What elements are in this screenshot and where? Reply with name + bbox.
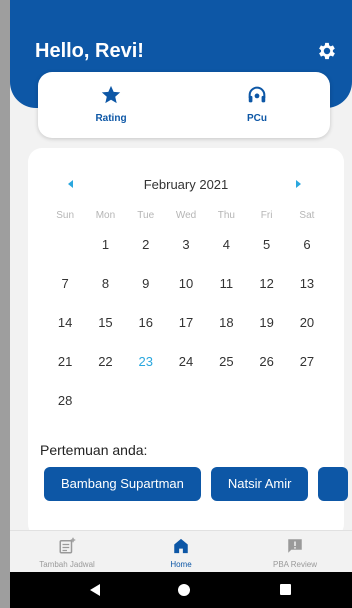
day-cell[interactable]: 26 [246,347,286,386]
day-cell[interactable]: 5 [246,230,286,269]
headset-icon [248,86,266,103]
quick-actions-card: Rating PCu [38,72,330,138]
day-cell[interactable]: 13 [287,269,327,308]
pcu-button[interactable]: PCu [184,72,330,138]
day-cell[interactable]: 1 [85,230,125,269]
nav-tambah-jadwal-label: Tambah Jadwal [39,560,95,569]
day-cell[interactable]: 20 [287,308,327,347]
bottom-nav: Tambah Jadwal Home PBA Review [10,530,352,572]
nav-pba-review[interactable]: PBA Review [238,531,352,572]
day-cell[interactable]: 12 [246,269,286,308]
pcu-label: PCu [247,113,267,124]
day-cell[interactable]: 15 [85,308,125,347]
star-icon [101,85,121,104]
day-cell[interactable]: 8 [85,269,125,308]
weekday-label: Fri [260,210,273,221]
home-icon [174,538,188,554]
nav-home[interactable]: Home [124,531,238,572]
nav-tambah-jadwal[interactable]: Tambah Jadwal [10,531,124,572]
day-cell[interactable]: 18 [206,308,246,347]
gear-icon[interactable] [316,40,338,62]
day-cell[interactable]: 6 [287,230,327,269]
day-cell[interactable]: 4 [206,230,246,269]
calendar-header: February 2021 [28,176,344,196]
calendar-grid: Sun Mon Tue Wed Thu Fri Sat 1 2 3 4 5 6 7 8 9 10 11 12 13 14… [45,210,327,425]
weekday-label: Wed [175,210,197,221]
day-cell[interactable]: 25 [206,347,246,386]
day-cell[interactable]: 10 [166,269,206,308]
weekday-label: Sun [56,210,75,221]
meeting-list: Bambang Supartman Natsir Amir [44,467,349,501]
app-screen: Hello, Revi! Rating PCu February 2021 Su… [10,0,352,608]
review-icon [288,539,302,553]
add-schedule-icon [59,537,76,554]
rating-button[interactable]: Rating [38,72,184,138]
weekday-label: Tue [137,210,155,221]
day-cell[interactable]: 21 [45,347,85,386]
day-cell[interactable]: 16 [126,308,166,347]
day-cell[interactable]: 2 [126,230,166,269]
day-cell[interactable]: 22 [85,347,125,386]
day-cell[interactable]: 23 [126,347,166,386]
weekday-label: Mon [95,210,116,221]
day-cell[interactable]: 9 [126,269,166,308]
day-cell[interactable]: 14 [45,308,85,347]
weekday-label: Sat [299,210,315,221]
recent-apps-icon[interactable] [280,584,291,595]
meeting-chip-partial[interactable] [318,467,349,501]
day-cell[interactable]: 19 [246,308,286,347]
day-cell[interactable]: 28 [45,386,85,425]
day-cell[interactable]: 11 [206,269,246,308]
meeting-chip-bambang[interactable]: Bambang Supartman [44,467,201,501]
empty-day-cell [45,230,85,269]
day-cell[interactable]: 7 [45,269,85,308]
day-cell[interactable]: 27 [287,347,327,386]
weekday-label: Thu [217,210,235,221]
rating-label: Rating [95,113,127,124]
meetings-title: Pertemuan anda: [40,442,148,458]
next-month-icon[interactable] [296,180,301,188]
day-cell[interactable]: 17 [166,308,206,347]
nav-pba-review-label: PBA Review [272,560,318,569]
day-cell[interactable]: 24 [166,347,206,386]
system-nav-bar [10,572,352,608]
home-circle-icon[interactable] [178,584,190,596]
meeting-chip-natsir[interactable]: Natsir Amir [210,467,309,501]
back-icon[interactable] [90,584,100,596]
greeting-title: Hello, Revi! [35,40,144,62]
nav-home-label: Home [170,560,192,569]
day-cell[interactable]: 3 [166,230,206,269]
